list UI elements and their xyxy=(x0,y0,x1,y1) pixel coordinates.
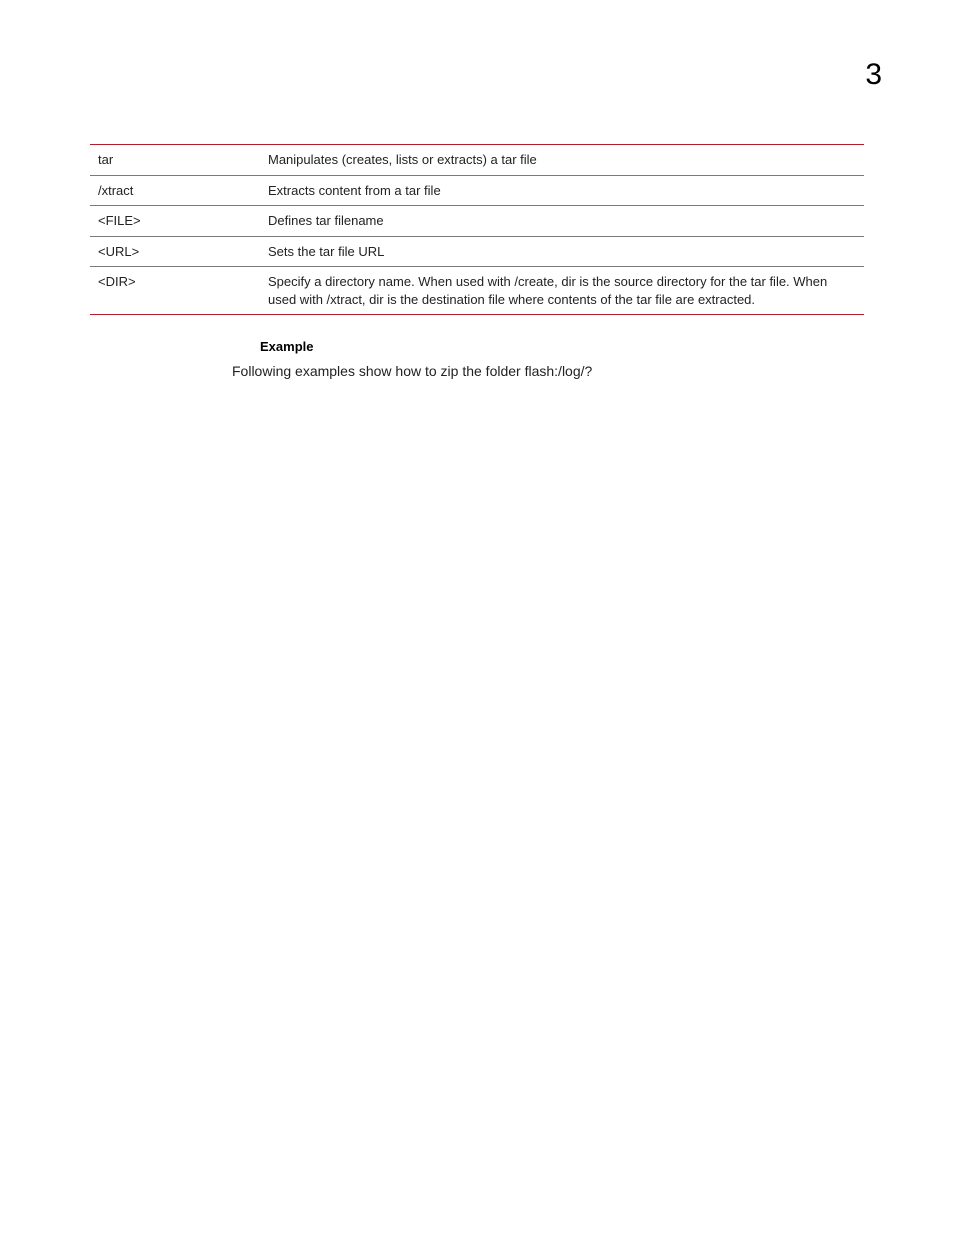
param-term: <URL> xyxy=(90,236,260,267)
param-term: tar xyxy=(90,145,260,176)
chapter-number: 3 xyxy=(865,58,882,92)
example-intro-text: Following examples show how to zip the f… xyxy=(232,362,864,382)
param-desc: Extracts content from a tar file xyxy=(260,175,864,206)
param-desc: Specify a directory name. When used with… xyxy=(260,267,864,315)
param-term: /xtract xyxy=(90,175,260,206)
param-desc: Defines tar filename xyxy=(260,206,864,237)
example-heading: Example xyxy=(260,339,864,354)
param-term: <FILE> xyxy=(90,206,260,237)
parameter-table: tar Manipulates (creates, lists or extra… xyxy=(90,144,864,315)
table-row: <URL> Sets the tar file URL xyxy=(90,236,864,267)
page: 3 tar Manipulates (creates, lists or ext… xyxy=(0,0,954,1235)
param-desc: Sets the tar file URL xyxy=(260,236,864,267)
param-term: <DIR> xyxy=(90,267,260,315)
table-row: <DIR> Specify a directory name. When use… xyxy=(90,267,864,315)
table-row: tar Manipulates (creates, lists or extra… xyxy=(90,145,864,176)
table-row: /xtract Extracts content from a tar file xyxy=(90,175,864,206)
content-block: tar Manipulates (creates, lists or extra… xyxy=(90,144,864,382)
table-row: <FILE> Defines tar filename xyxy=(90,206,864,237)
param-desc: Manipulates (creates, lists or extracts)… xyxy=(260,145,864,176)
